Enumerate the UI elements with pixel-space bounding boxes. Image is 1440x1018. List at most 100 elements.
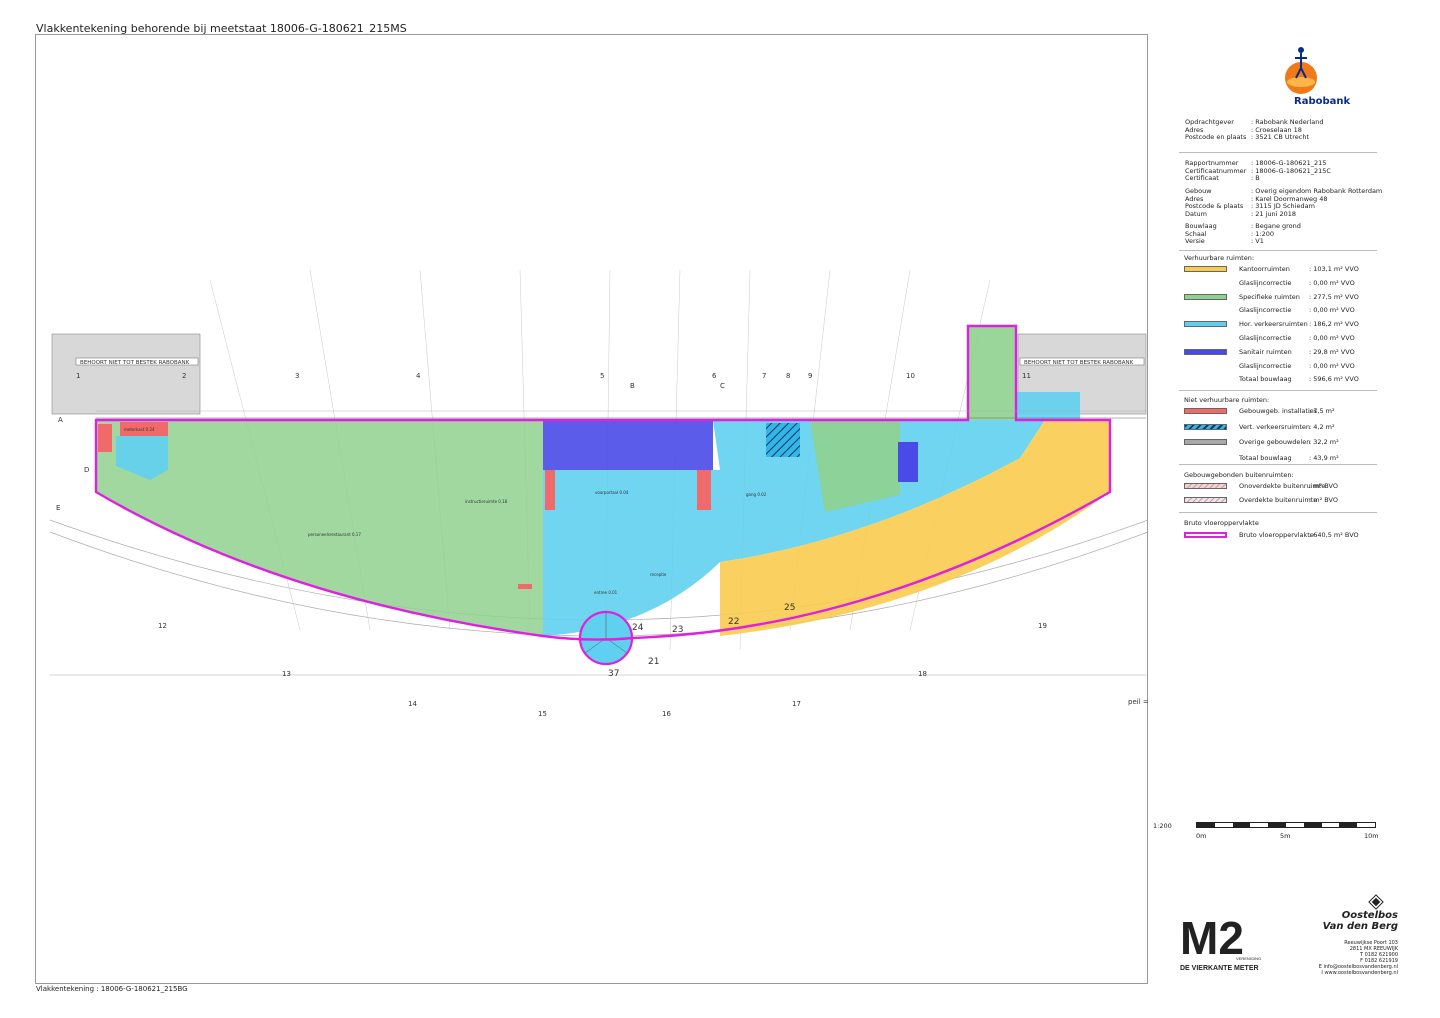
legend-swatch (1184, 532, 1227, 538)
svg-text:16: 16 (662, 710, 671, 718)
legend-value: : 103,1 m² VVO (1309, 265, 1359, 273)
legend-swatch (1184, 376, 1227, 382)
svg-text:15: 15 (538, 710, 547, 718)
legend-value: : 29,8 m² VVO (1309, 347, 1355, 356)
legend-value: : m² BVO (1309, 482, 1338, 490)
divider (1179, 512, 1377, 513)
svg-text:12: 12 (158, 622, 167, 630)
legend-label: Totaal bouwlaag (1239, 375, 1292, 384)
svg-text:E: E (56, 504, 60, 512)
legend-swatch (1184, 496, 1227, 503)
legend-row: Bruto vloeroppervlakte: 640,5 m² BVO (1184, 531, 1369, 539)
svg-text:A: A (58, 416, 63, 424)
legend-label: Glaslijncorrectie (1239, 334, 1292, 342)
legend-row: Gebouwgeb. installaties: 7,5 m² (1184, 407, 1369, 415)
scale-label: 1:200 (1153, 822, 1172, 830)
svg-text:25: 25 (784, 603, 795, 613)
zone-traffic-entrance (543, 470, 720, 636)
svg-text:6: 6 (712, 372, 717, 380)
room-label-entree: entree 0.01 (594, 590, 618, 595)
room-label-gang: gang 0.02 (746, 492, 767, 497)
svg-text:9: 9 (808, 372, 812, 380)
legend-value: : 277,5 m² VVO (1309, 292, 1359, 301)
legend-swatch (1184, 423, 1227, 430)
legend-label: Onoverdekte buitenruimte (1239, 482, 1326, 490)
svg-text:14: 14 (408, 700, 417, 708)
legend-swatch (1184, 266, 1227, 272)
svg-text:21: 21 (648, 657, 659, 667)
legend-swatch (1184, 455, 1227, 461)
svg-text:B: B (630, 382, 635, 390)
legend-swatch (1184, 483, 1227, 489)
zone-sanitary (543, 420, 713, 470)
room-label-instructie: instructieruimte 0.18 (465, 499, 508, 504)
scale-tick: 10m (1364, 832, 1379, 840)
legend-swatch (1184, 408, 1227, 414)
svg-text:24: 24 (632, 623, 644, 633)
legend-row: Overdekte buitenruimte: m² BVO (1184, 496, 1369, 504)
svg-text:5: 5 (600, 372, 604, 380)
legend-row: Glaslijncorrectie : 0,00 m² VVO (1184, 334, 1369, 342)
legend-swatch (1184, 363, 1227, 369)
legend-label: Glaslijncorrectie (1239, 278, 1292, 287)
svg-text:DE VIERKANTE METER: DE VIERKANTE METER (1180, 965, 1259, 972)
oostelbos-logo-icon (1368, 894, 1384, 910)
legend-label: Gebouwgeb. installaties (1239, 407, 1318, 415)
legend-swatch (1184, 439, 1227, 446)
divider (1179, 390, 1377, 391)
svg-text:8: 8 (786, 372, 790, 380)
legend-row: Specifieke ruimten: 277,5 m² VVO (1184, 293, 1369, 301)
legend-value: : 186,2 m² VVO (1309, 320, 1359, 329)
company-address: Reeuwijkse Poort 103 2811 MX REEUWIJK T … (1318, 940, 1398, 976)
neighbor-block-left (51, 333, 201, 415)
room-label-restaurant: personeelsrestaurant 0.17 (308, 532, 361, 537)
legend-outdoor-title: Gebouwgebonden buitenruimten: (1184, 471, 1294, 479)
legend-swatch (1184, 307, 1227, 313)
legend-row: Totaal bouwlaag : 43,9 m² (1184, 454, 1369, 462)
legend-label: Totaal bouwlaag (1239, 453, 1292, 462)
drawing-footer: Vlakkentekening : 18006-G-180621_215BG (36, 985, 188, 993)
legend-label: Overdekte buitenruimte (1239, 495, 1318, 504)
legend-swatch (1184, 348, 1227, 355)
zone-specific-tower (968, 326, 1016, 420)
legend-row: Vert. verkeersruimten: 4,2 m² (1184, 423, 1369, 431)
legend-label: Vert. verkeersruimten (1239, 422, 1310, 431)
legend-label: Overige gebouwdelen (1239, 438, 1311, 447)
client-info: Opdrachtgever: Rabobank Nederland Adres:… (1185, 118, 1324, 142)
neighbor-label-left: BEHOORT NIET TOT BESTEK RABOBANK (80, 360, 190, 366)
room-label-voorportaal: voorportaal 0.04 (595, 490, 629, 495)
svg-text:VERENIGING: VERENIGING (1236, 956, 1261, 961)
legend-row: Totaal bouwlaag: 596,6 m² VVO (1184, 375, 1369, 383)
legend-row: Glaslijncorrectie: 0,00 m² VVO (1184, 306, 1369, 314)
svg-text:D: D (84, 466, 89, 474)
report-info: Rapportnummer: 18006-G-180621_215 Certif… (1185, 159, 1331, 183)
scale-tick: 0m (1196, 832, 1207, 840)
legend-row: Hor. verkeersruimten: 186,2 m² VVO (1184, 320, 1369, 328)
svg-text:13: 13 (282, 670, 291, 678)
neighbor-label-right: BEHOORT NIET TOT BESTEK RABOBANK (1024, 360, 1134, 366)
svg-text:22: 22 (728, 617, 739, 627)
divider (1179, 464, 1377, 465)
legend-value: : 43,9 m² (1309, 453, 1339, 462)
room-label-meterkast: meterkast 0.24 (124, 427, 155, 432)
svg-text:17: 17 (792, 700, 801, 708)
legend-value: : 0,00 m² VVO (1309, 334, 1355, 342)
legend-swatch (1184, 321, 1227, 328)
legend-label: Glaslijncorrectie (1239, 361, 1292, 370)
legend-row: Glaslijncorrectie: 0,00 m² VVO (1184, 279, 1369, 287)
floor-info: Bouwlaag: Begane grond Schaal: 1:200 Ver… (1185, 222, 1301, 246)
legend-value: : m² BVO (1309, 495, 1338, 504)
legend-label: Sanitair ruimten (1239, 347, 1292, 356)
legend-nonrentable-title: Niet verhuurbare ruimten: (1184, 396, 1270, 404)
legend-swatch (1184, 293, 1227, 300)
rabobank-name: Rabobank (1294, 96, 1351, 107)
zone-vertical-traffic (766, 423, 800, 457)
legend-value: : 4,2 m² (1309, 422, 1335, 431)
legend-value: : 0,00 m² VVO (1309, 361, 1355, 370)
svg-text:2: 2 (182, 372, 186, 380)
svg-text:18: 18 (918, 670, 927, 678)
scale-bar (1196, 822, 1376, 828)
legend-value: : 640,5 m² BVO (1309, 531, 1359, 539)
svg-text:10: 10 (906, 372, 915, 380)
svg-text:19: 19 (1038, 622, 1047, 630)
